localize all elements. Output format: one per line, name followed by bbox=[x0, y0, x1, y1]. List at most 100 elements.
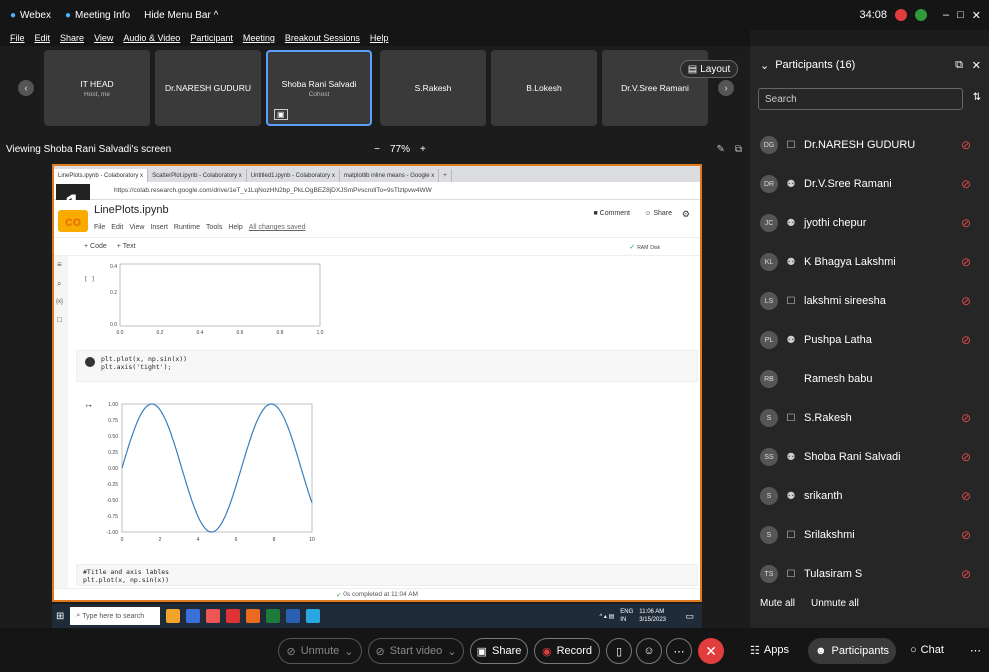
files-icon[interactable]: □ bbox=[57, 315, 65, 324]
video-tile[interactable]: Dr.NARESH GUDURU bbox=[155, 50, 261, 126]
webex-taskbar-icon[interactable] bbox=[306, 609, 321, 623]
mic-muted-icon[interactable]: ⊘ bbox=[961, 411, 971, 425]
comment-button[interactable]: ■ Comment bbox=[593, 210, 630, 217]
restore-icon[interactable]: □ bbox=[957, 9, 964, 21]
participant-row[interactable]: TS ☐ Tulasiram S ⊘ bbox=[760, 561, 985, 587]
video-tile[interactable]: S.Rakesh bbox=[380, 50, 486, 126]
code-cell[interactable]: plt.plot(x, np.sin(x)) plt.axis('tight')… bbox=[76, 350, 698, 382]
video-tile[interactable]: B.Lokesh bbox=[491, 50, 597, 126]
chrome-icon[interactable] bbox=[206, 609, 221, 623]
participant-row[interactable]: DG ☐ Dr.NARESH GUDURU ⊘ bbox=[760, 132, 985, 158]
close-panel-icon[interactable]: ✕ bbox=[972, 59, 981, 72]
app-icon[interactable] bbox=[166, 609, 181, 623]
strip-prev-icon[interactable]: ‹ bbox=[18, 80, 34, 96]
saved-status[interactable]: All changes saved bbox=[249, 224, 306, 231]
word-icon[interactable] bbox=[286, 609, 301, 623]
mic-muted-icon[interactable]: ⊘ bbox=[961, 489, 971, 503]
menu-edit[interactable]: Edit bbox=[35, 33, 51, 43]
chat-button[interactable]: ○ Chat bbox=[910, 644, 944, 656]
unmute-button[interactable]: ⊘ Unmute ⌄ bbox=[278, 638, 362, 664]
menu-help[interactable]: Help bbox=[370, 33, 389, 43]
notification-icon[interactable]: ▭ bbox=[685, 611, 694, 622]
participant-row[interactable]: KL ⚉ K Bhagya Lakshmi ⊘ bbox=[760, 249, 985, 275]
mic-muted-icon[interactable]: ⊘ bbox=[961, 567, 971, 581]
colab-menu-runtime[interactable]: Runtime bbox=[174, 224, 200, 231]
lock-button[interactable]: ▯ bbox=[606, 638, 632, 664]
participants-button[interactable]: ☻ Participants bbox=[808, 638, 896, 664]
share-notebook-button[interactable]: ☺ Share bbox=[644, 210, 672, 217]
colab-menu-help[interactable]: Help bbox=[228, 224, 242, 231]
participant-row[interactable]: LS ☐ lakshmi sireesha ⊘ bbox=[760, 288, 985, 314]
menu-audio-video[interactable]: Audio & Video bbox=[123, 33, 180, 43]
browser-tab[interactable]: ScatterPlot.ipynb - Colaboratory x bbox=[148, 169, 247, 182]
mic-muted-icon[interactable]: ⊘ bbox=[961, 333, 971, 347]
participant-row[interactable]: PL ⚉ Pushpa Latha ⊘ bbox=[760, 327, 985, 353]
zoom-in-button[interactable]: + bbox=[420, 144, 426, 155]
address-bar[interactable]: https://colab.research.google.com/drive/… bbox=[54, 182, 700, 200]
code-text[interactable]: plt.plot(x, np.sin(x)) plt.axis('tight')… bbox=[101, 355, 187, 371]
sort-icon[interactable]: ⇅ bbox=[973, 92, 981, 103]
find-icon[interactable]: ⌕ bbox=[57, 279, 65, 289]
collapse-chevron-icon[interactable]: ⌄ bbox=[760, 59, 769, 72]
menu-meeting[interactable]: Meeting bbox=[243, 33, 275, 43]
video-tile[interactable]: IT HEAD Host, me bbox=[44, 50, 150, 126]
mic-muted-icon[interactable]: ⊘ bbox=[961, 528, 971, 542]
mic-muted-icon[interactable]: ⊘ bbox=[961, 216, 971, 230]
record-button[interactable]: ◉ Record bbox=[534, 638, 600, 664]
hide-menu-bar-button[interactable]: Hide Menu Bar ^ bbox=[144, 10, 218, 21]
run-cell-icon[interactable] bbox=[85, 357, 95, 367]
layout-button[interactable]: ▤ Layout bbox=[680, 60, 738, 78]
video-tile-active[interactable]: Shoba Rani Salvadi Cohost ▣ bbox=[266, 50, 372, 126]
app-icon[interactable] bbox=[246, 609, 261, 623]
menu-participant[interactable]: Participant bbox=[190, 33, 233, 43]
colab-menu-view[interactable]: View bbox=[129, 224, 144, 231]
participant-row[interactable]: S ⚉ srikanth ⊘ bbox=[760, 483, 985, 509]
share-button[interactable]: ▣ Share bbox=[470, 638, 528, 664]
meeting-info-button[interactable]: ● Meeting Info bbox=[65, 10, 130, 21]
add-code-button[interactable]: + Code bbox=[84, 243, 107, 250]
mic-muted-icon[interactable]: ⊘ bbox=[961, 177, 971, 191]
mic-muted-icon[interactable]: ⊘ bbox=[961, 255, 971, 269]
mic-muted-icon[interactable]: ⊘ bbox=[961, 450, 971, 464]
popout-panel-icon[interactable]: ⧉ bbox=[955, 59, 963, 72]
zoom-out-button[interactable]: − bbox=[374, 144, 380, 155]
participant-row[interactable]: S ☐ S.Rakesh ⊘ bbox=[760, 405, 985, 431]
browser-tab[interactable]: LinePlots.ipynb - Colaboratory x bbox=[54, 169, 149, 182]
start-video-button[interactable]: ⊘ Start video ⌄ bbox=[368, 638, 464, 664]
add-text-button[interactable]: + Text bbox=[117, 243, 136, 250]
minimize-icon[interactable]: – bbox=[943, 9, 949, 21]
participant-row[interactable]: JC ⚉ jyothi chepur ⊘ bbox=[760, 210, 985, 236]
mic-muted-icon[interactable]: ⊘ bbox=[961, 138, 971, 152]
participant-row[interactable]: RB Ramesh babu bbox=[760, 366, 985, 392]
close-icon[interactable]: ✕ bbox=[972, 9, 981, 22]
taskbar-search[interactable]: ⌕ Type here to search bbox=[70, 607, 161, 625]
browser-tab[interactable]: matplotlib inline means - Google x bbox=[340, 169, 440, 182]
variables-icon[interactable]: {x} bbox=[56, 299, 66, 305]
more-options-button[interactable]: ⋯ bbox=[666, 638, 692, 664]
more-panels-icon[interactable]: ⋯ bbox=[970, 644, 981, 657]
settings-gear-icon[interactable]: ⚙ bbox=[682, 209, 690, 220]
apps-button[interactable]: ☷ Apps bbox=[750, 644, 789, 657]
new-tab-button[interactable]: + bbox=[439, 169, 452, 182]
reactions-button[interactable]: ☺ bbox=[636, 638, 662, 664]
menu-share[interactable]: Share bbox=[60, 33, 84, 43]
menu-breakout[interactable]: Breakout Sessions bbox=[285, 33, 360, 43]
colab-menu-file[interactable]: File bbox=[94, 224, 105, 231]
excel-icon[interactable] bbox=[266, 609, 281, 623]
windows-start-icon[interactable]: ⊞ bbox=[56, 611, 64, 622]
popout-icon[interactable]: ⧉ bbox=[735, 144, 742, 155]
colab-menu-insert[interactable]: Insert bbox=[150, 224, 168, 231]
mute-all-button[interactable]: Mute all bbox=[760, 598, 795, 609]
app-icon[interactable] bbox=[226, 609, 241, 623]
leave-meeting-button[interactable]: ✕ bbox=[698, 638, 724, 664]
participant-row[interactable]: DR ⚉ Dr.V.Sree Ramani ⊘ bbox=[760, 171, 985, 197]
menu-view[interactable]: View bbox=[94, 33, 113, 43]
annotate-icon[interactable]: ✎ bbox=[716, 144, 724, 155]
strip-next-icon[interactable]: › bbox=[718, 80, 734, 96]
app-icon[interactable] bbox=[186, 609, 201, 623]
toc-icon[interactable]: ≡ bbox=[57, 260, 65, 269]
participant-row[interactable]: S ☐ Srilakshmi ⊘ bbox=[760, 522, 985, 548]
notebook-title[interactable]: LinePlots.ipynb bbox=[94, 204, 169, 216]
colab-menu-edit[interactable]: Edit bbox=[111, 224, 123, 231]
menu-file[interactable]: File bbox=[10, 33, 25, 43]
